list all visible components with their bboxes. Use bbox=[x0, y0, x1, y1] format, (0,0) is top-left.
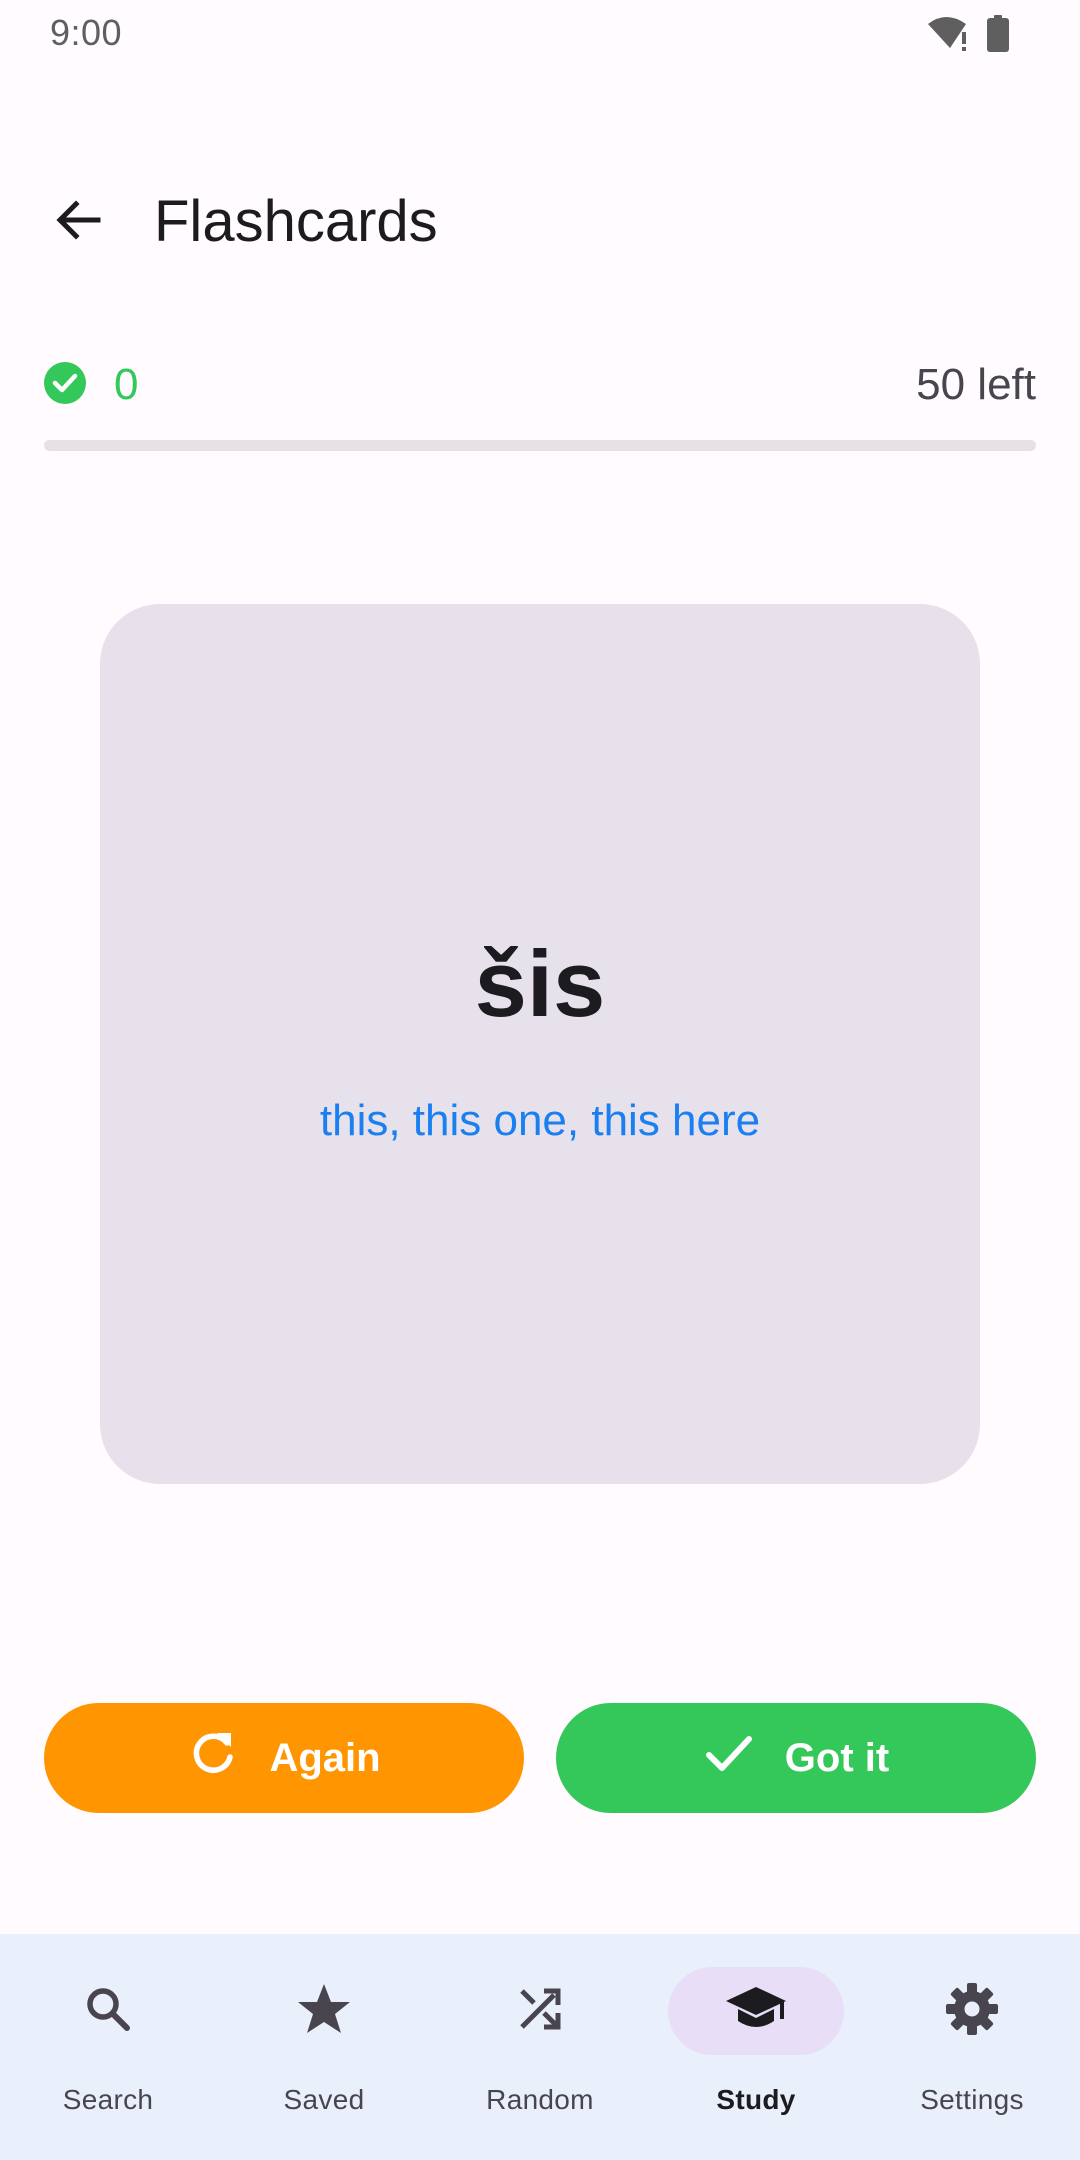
nav-item-settings[interactable]: Settings bbox=[864, 1934, 1080, 2160]
nav-label-settings: Settings bbox=[920, 2084, 1024, 2115]
nav-label-random: Random bbox=[486, 2084, 594, 2115]
nav-item-search[interactable]: Search bbox=[0, 1934, 216, 2160]
correct-counter: 0 bbox=[44, 360, 138, 410]
app-bar: Flashcards bbox=[0, 150, 1080, 290]
refresh-icon bbox=[187, 1727, 239, 1789]
again-label: Again bbox=[269, 1735, 381, 1780]
search-icon bbox=[82, 1983, 134, 2040]
shuffle-icon bbox=[514, 1983, 566, 2040]
nav-pill bbox=[452, 1967, 628, 2055]
nav-pill-active bbox=[668, 1967, 844, 2055]
check-icon bbox=[703, 1727, 755, 1789]
correct-count: 0 bbox=[114, 360, 139, 409]
gear-icon bbox=[944, 1981, 1000, 2042]
bottom-navigation: Search Saved Random Study Settings bbox=[0, 1934, 1080, 2160]
flashcard[interactable] bbox=[100, 604, 980, 1484]
page-title: Flashcards bbox=[154, 189, 438, 254]
card-word: šis bbox=[474, 931, 606, 1036]
card-translation: this, this one, this here bbox=[319, 1096, 761, 1145]
cards-left-count: 50 left bbox=[916, 360, 1036, 409]
status-bar: 9:00 bbox=[0, 0, 1080, 70]
star-icon bbox=[296, 1981, 352, 2042]
status-time: 9:00 bbox=[50, 12, 123, 53]
nav-item-saved[interactable]: Saved bbox=[216, 1934, 432, 2160]
status-icons bbox=[926, 14, 1010, 59]
progress-bar bbox=[44, 440, 1036, 451]
school-icon bbox=[724, 1983, 788, 2040]
nav-item-study[interactable]: Study bbox=[648, 1934, 864, 2160]
nav-pill bbox=[236, 1967, 412, 2055]
battery-icon bbox=[986, 15, 1010, 58]
nav-item-random[interactable]: Random bbox=[432, 1934, 648, 2160]
nav-pill bbox=[20, 1967, 196, 2055]
back-button[interactable] bbox=[36, 180, 120, 264]
arrow-back-icon bbox=[52, 194, 104, 251]
wifi-alert-icon bbox=[926, 14, 972, 59]
nav-label-search: Search bbox=[62, 2084, 154, 2115]
got-it-button[interactable]: Got it bbox=[556, 1703, 1036, 1813]
flashcards-screen: 9:00 Flashcards 0 50 left šis this, this… bbox=[0, 0, 1080, 2160]
again-button[interactable]: Again bbox=[44, 1703, 524, 1813]
nav-label-saved: Saved bbox=[283, 2084, 365, 2115]
got-it-label: Got it bbox=[784, 1735, 890, 1780]
nav-label-study: Study bbox=[716, 2084, 796, 2115]
progress-row: 0 50 left bbox=[44, 350, 1036, 420]
check-circle-icon bbox=[44, 361, 86, 409]
nav-pill bbox=[884, 1967, 1060, 2055]
